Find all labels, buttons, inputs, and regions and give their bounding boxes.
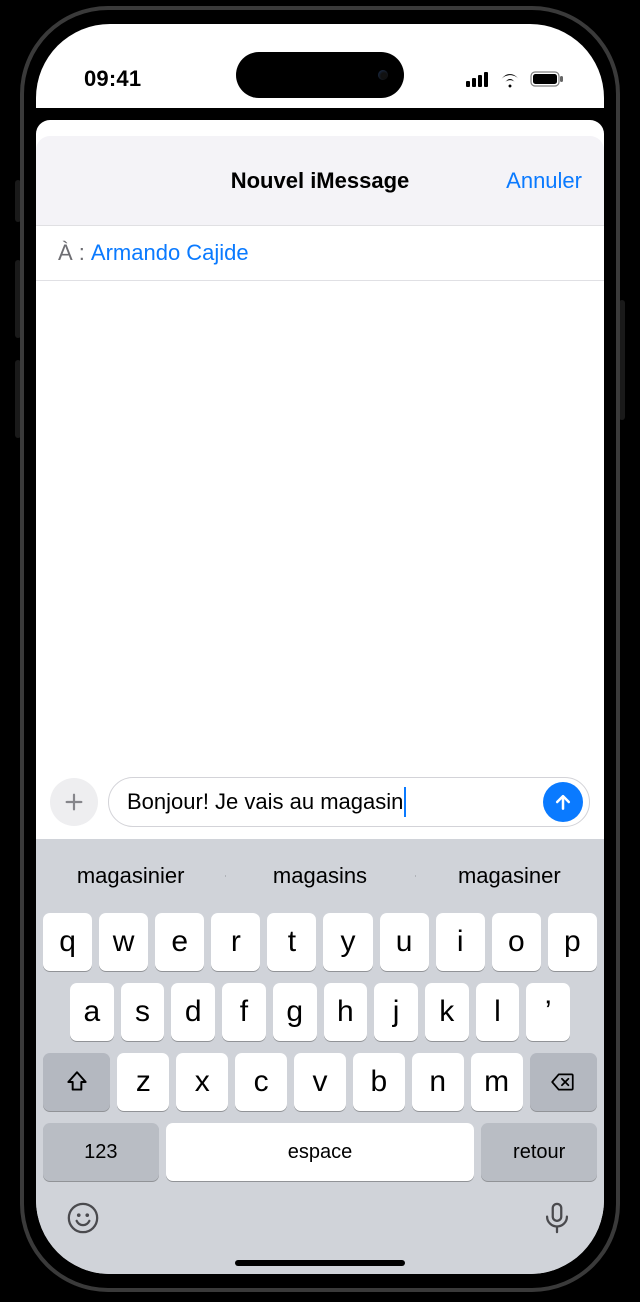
send-button[interactable] — [543, 782, 583, 822]
message-input[interactable]: Bonjour! Je vais au magasin — [108, 777, 590, 827]
microphone-icon — [540, 1201, 574, 1235]
text-caret — [404, 787, 406, 817]
key-y[interactable]: y — [323, 913, 372, 971]
key-z[interactable]: z — [117, 1053, 169, 1111]
suggestion-bar: magasinier magasins magasiner — [36, 845, 604, 907]
emoji-button[interactable] — [66, 1201, 100, 1240]
dynamic-island — [236, 52, 404, 98]
key-shift[interactable] — [43, 1053, 110, 1111]
key-c[interactable]: c — [235, 1053, 287, 1111]
key-a[interactable]: a — [70, 983, 114, 1041]
key-x[interactable]: x — [176, 1053, 228, 1111]
key-k[interactable]: k — [425, 983, 469, 1041]
nav-bar: Nouvel iMessage Annuler — [36, 136, 604, 226]
key-j[interactable]: j — [374, 983, 418, 1041]
key-w[interactable]: w — [99, 913, 148, 971]
key-q[interactable]: q — [43, 913, 92, 971]
key-apostrophe[interactable]: ’ — [526, 983, 570, 1041]
key-t[interactable]: t — [267, 913, 316, 971]
backspace-icon — [550, 1069, 576, 1095]
key-l[interactable]: l — [476, 983, 520, 1041]
key-v[interactable]: v — [294, 1053, 346, 1111]
compose-bar: Bonjour! Je vais au magasin — [36, 767, 604, 839]
key-i[interactable]: i — [436, 913, 485, 971]
key-u[interactable]: u — [380, 913, 429, 971]
key-return[interactable]: retour — [481, 1123, 597, 1181]
page-title: Nouvel iMessage — [231, 168, 410, 194]
key-o[interactable]: o — [492, 913, 541, 971]
key-123[interactable]: 123 — [43, 1123, 159, 1181]
cancel-button[interactable]: Annuler — [506, 168, 582, 194]
key-n[interactable]: n — [412, 1053, 464, 1111]
suggestion-3[interactable]: magasiner — [415, 863, 604, 889]
arrow-up-icon — [553, 792, 573, 812]
conversation-area — [36, 281, 604, 767]
key-r[interactable]: r — [211, 913, 260, 971]
key-p[interactable]: p — [548, 913, 597, 971]
key-g[interactable]: g — [273, 983, 317, 1041]
message-input-text: Bonjour! Je vais au magasin — [127, 789, 403, 815]
to-field[interactable]: À : Armando Cajide — [36, 226, 604, 281]
cellular-icon — [466, 71, 490, 87]
key-h[interactable]: h — [324, 983, 368, 1041]
emoji-icon — [66, 1201, 100, 1235]
home-indicator[interactable] — [36, 1250, 604, 1274]
key-b[interactable]: b — [353, 1053, 405, 1111]
wifi-icon — [498, 70, 522, 88]
plus-icon — [63, 791, 85, 813]
suggestion-1[interactable]: magasinier — [36, 863, 225, 889]
dictation-button[interactable] — [540, 1201, 574, 1240]
key-f[interactable]: f — [222, 983, 266, 1041]
add-attachment-button[interactable] — [50, 778, 98, 826]
key-m[interactable]: m — [471, 1053, 523, 1111]
battery-icon — [530, 71, 564, 87]
key-d[interactable]: d — [171, 983, 215, 1041]
key-space[interactable]: espace — [166, 1123, 475, 1181]
key-e[interactable]: e — [155, 913, 204, 971]
new-message-sheet: Nouvel iMessage Annuler À : Armando Caji… — [36, 136, 604, 1274]
keyboard: magasinier magasins magasiner q w e r t … — [36, 839, 604, 1274]
key-s[interactable]: s — [121, 983, 165, 1041]
key-backspace[interactable] — [530, 1053, 597, 1111]
to-recipient: Armando Cajide — [91, 240, 249, 266]
shift-icon — [64, 1069, 90, 1095]
suggestion-2[interactable]: magasins — [225, 863, 414, 889]
to-label: À : — [58, 240, 85, 266]
status-time: 09:41 — [84, 66, 141, 92]
